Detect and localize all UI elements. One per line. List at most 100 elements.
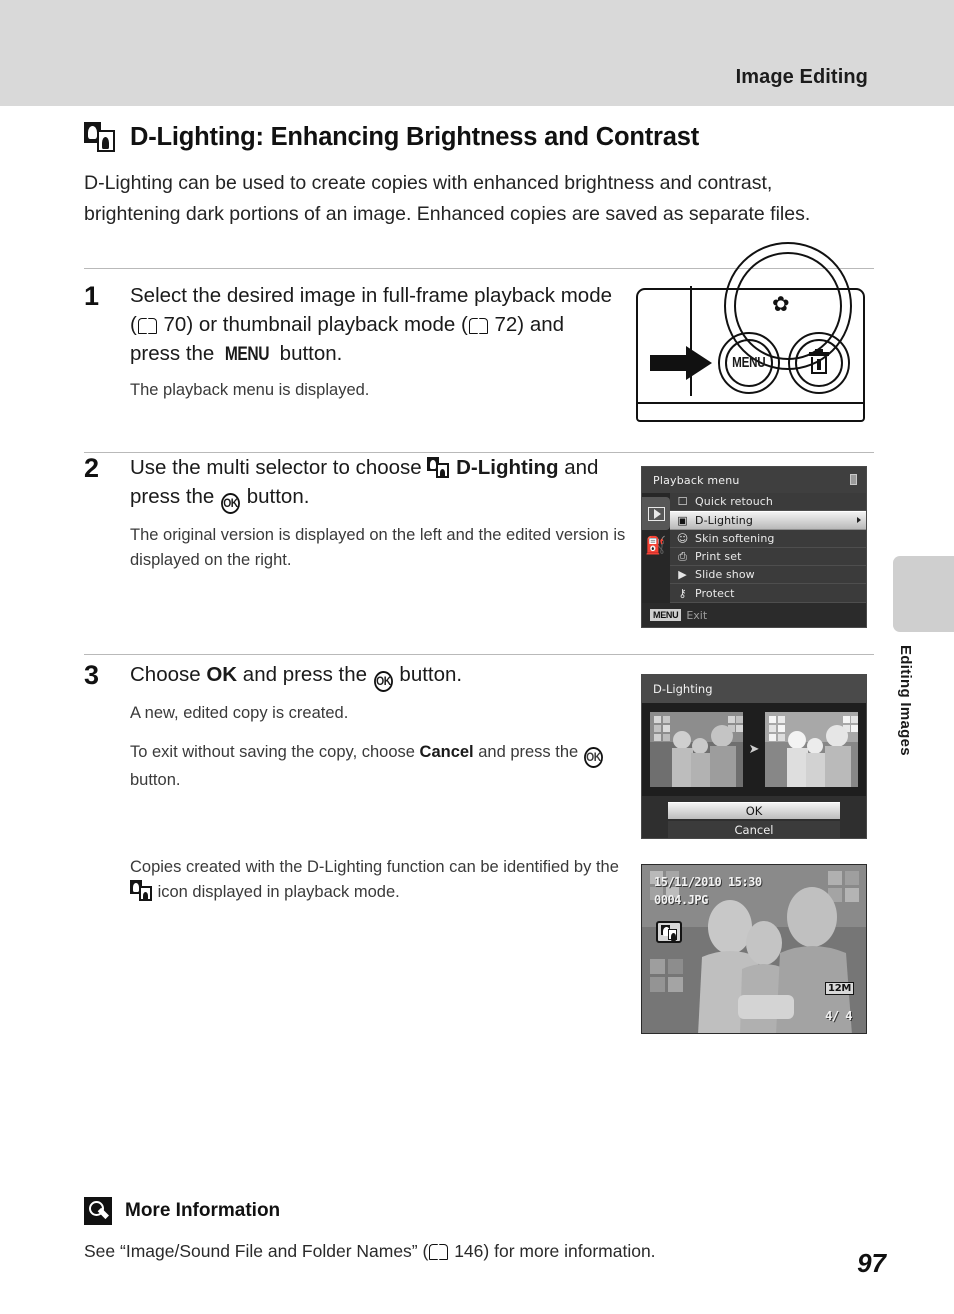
d-lighting-icon [130,880,153,901]
page-ref-icon [468,318,488,334]
playback-menu-titlebar: Playback menu [642,467,866,493]
note-text-a: Copies created with the D-Lighting funct… [130,858,619,876]
dialog-ok-button[interactable]: OK [668,802,840,819]
ok-button-glyph: OK [373,671,393,692]
camera-menu-button: MENU [718,332,780,394]
playback-filename: 0004.JPG [654,893,708,907]
chevron-right-icon [857,517,861,524]
d-lighting-screenshot: D-Lighting ➤ OK Cancel [641,674,867,839]
divider-above-step-3 [84,654,874,655]
image-size-badge: 12M [825,982,854,995]
playback-date: 15/11/2010 15:30 [654,875,762,889]
sidebar-item-playback[interactable] [642,497,670,530]
printer-icon: ⎙ [678,549,687,563]
step-3-text-a: Choose [130,663,207,686]
step-3-note2-a: To exit without saving the copy, choose [130,743,420,761]
dialog-cancel-button[interactable]: Cancel [668,821,840,838]
step-2-number: 2 [84,453,100,483]
menu-item-print-set[interactable]: ⎙ Print set [670,547,866,567]
d-lighting-screen-title: D-Lighting [653,682,713,696]
more-information-body: See “Image/Sound File and Folder Names” … [84,1238,874,1264]
d-lighting-titlebar: D-Lighting [642,675,866,703]
note-text-b: icon displayed in playback mode. [153,883,400,901]
d-lighting-icon [660,924,678,941]
step-1-note: The playback menu is displayed. [130,381,370,399]
playback-menu-title: Playback menu [653,473,740,487]
step-3-title: Choose OK and press the OK button. [130,660,624,692]
ok-button-glyph: OK [221,493,240,514]
menu-item-skin-softening[interactable]: ☺ Skin softening [670,529,866,548]
menu-item-label: Print set [695,550,742,564]
section-heading-text: D-Lighting: Enhancing Brightness and Con… [130,122,699,151]
menu-item-label: D-Lighting [695,513,753,527]
chapter-tab-label: Editing Images [897,645,914,756]
playback-photo [642,865,866,1033]
more-information-heading: More Information [84,1197,280,1225]
step-1-text-d: button. [273,342,343,365]
step-3-note-2: To exit without saving the copy, choose … [130,740,624,793]
mi-ref: 146 [454,1241,484,1261]
page-ref-icon [137,318,157,334]
camera-back-illustration: ✿ MENU [636,242,865,422]
d-lighting-icon: ▣ [677,513,688,527]
d-lighting-identification-note: Copies created with the D-Lighting funct… [130,855,630,905]
menu-tab-column: ⛽ [642,493,670,603]
step-3-number: 3 [84,660,100,690]
step-3-note-1: A new, edited copy is created. [130,704,349,722]
key-icon: ⚷ [678,586,687,600]
menu-item-quick-retouch[interactable]: ☐ Quick retouch [670,493,866,512]
step-3-note2-b: and press the [473,743,583,761]
d-lighting-preview-area: ➤ [642,703,866,796]
camera-delete-button [788,332,850,394]
d-lighting-badge [656,921,682,943]
wrench-icon: ⛽ [645,536,667,556]
more-information-icon [84,1197,112,1225]
d-lighting-icon [427,457,450,478]
step-1-ref-2: 72 [494,313,518,336]
mi-text-b: ) for more information. [483,1241,656,1261]
menu-item-label: Skin softening [695,531,775,545]
menu-item-label: Protect [695,586,735,600]
chapter-tab-block [893,556,954,632]
menu-item-d-lighting[interactable]: ▣ D-Lighting [670,511,866,530]
menu-item-slide-show[interactable]: ▶ Slide show [670,566,866,585]
camera-menu-button-label: MENU [732,355,766,371]
frame-counter: 4/ 4 [825,1009,852,1023]
mi-text-a: See “Image/Sound File and Folder Names” … [84,1241,429,1261]
sidebar-item-setup[interactable]: ⛽ [642,530,670,563]
more-information-title: More Information [125,1200,281,1221]
d-lighting-icon [84,122,118,152]
intro-paragraph: D-Lighting can be used to create copies … [84,172,811,225]
quick-retouch-icon: ☐ [677,495,688,509]
step-1-title: Select the desired image in full-frame p… [130,281,614,369]
macro-flower-icon: ✿ [772,293,790,316]
playback-menu-footer: MENU Exit [642,603,866,627]
page-number: 97 [857,1248,886,1278]
step-2-title: Use the multi selector to choose D-Light… [130,453,629,514]
arrow-right-icon: ➤ [748,742,760,757]
menu-item-protect[interactable]: ⚷ Protect [670,584,866,603]
section-heading: D-Lighting: Enhancing Brightness and Con… [84,122,699,152]
step-2-text-a: Use the multi selector to choose [130,456,428,479]
step-2-text-c: button. [241,485,310,508]
playback-menu-list: ☐ Quick retouch ▣ D-Lighting ☺ Skin soft… [670,493,866,603]
page-ref-icon [429,1244,449,1260]
skin-softening-icon: ☺ [676,531,689,545]
play-icon [647,506,665,521]
slide-show-icon: ▶ [678,568,687,582]
playback-mode-screenshot: 15/11/2010 15:30 0004.JPG 12M 4/ 4 [641,864,867,1034]
step-3-text-c: button. [393,663,463,686]
step-1-text-b: ) or thumbnail playback mode ( [186,313,468,336]
menu-button-glyph: MENU [224,344,270,365]
menu-badge: MENU [650,609,682,621]
step-1-number: 1 [84,281,100,311]
playback-menu-screenshot: Playback menu ⛽ ☐ Quick retouch ▣ D-Ligh… [641,466,867,628]
trash-icon [809,349,829,374]
step-3-note2-c: button. [130,771,181,789]
edited-image-thumbnail [765,712,858,787]
page-header-bar [0,0,954,106]
menu-item-label: Slide show [695,568,755,582]
step-3-ok-word: OK [206,663,238,686]
arrow-pointer-icon [650,346,712,380]
manual-page: Image Editing D-Lighting: Enhancing Brig… [0,0,954,1314]
